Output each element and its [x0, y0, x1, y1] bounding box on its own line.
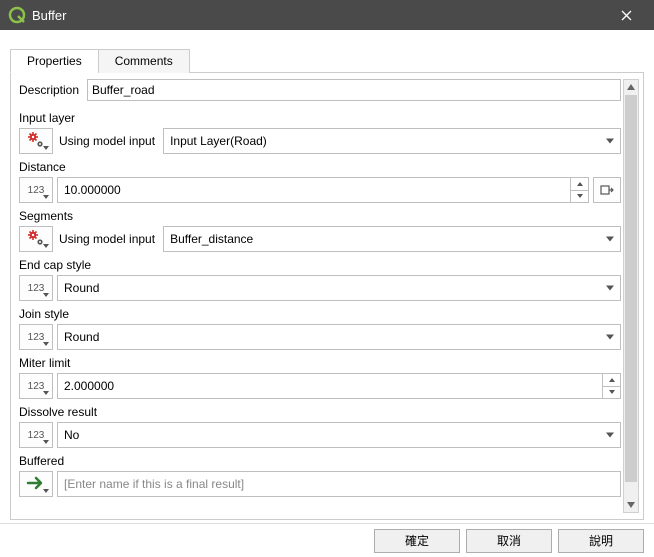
segments-label: Segments — [19, 209, 621, 223]
input-layer-label: Input layer — [19, 111, 621, 125]
segments-mode: Using model input — [59, 232, 155, 246]
buffered-input[interactable] — [64, 472, 614, 496]
number-icon: 123 — [28, 283, 45, 294]
spin-up-button[interactable] — [603, 374, 620, 387]
dissolve-label: Dissolve result — [19, 405, 621, 419]
distance-override-button[interactable] — [593, 177, 621, 203]
vertical-scrollbar[interactable] — [623, 79, 639, 513]
description-input[interactable] — [87, 79, 621, 101]
distance-type-button[interactable]: 123 — [19, 177, 53, 203]
miter-limit-input[interactable]: 2.000000 — [57, 373, 621, 399]
spin-up-button[interactable] — [571, 178, 588, 191]
join-style-select[interactable]: Round — [57, 324, 621, 350]
end-cap-type-button[interactable]: 123 — [19, 275, 53, 301]
properties-panel: Description Input layer Using model inpu… — [10, 73, 644, 520]
buffered-input-wrapper — [57, 471, 621, 497]
input-layer-type-button[interactable] — [19, 128, 53, 154]
ok-button[interactable]: 確定 — [374, 529, 460, 553]
tab-properties[interactable]: Properties — [10, 49, 99, 73]
close-button[interactable] — [606, 0, 646, 30]
description-label: Description — [19, 83, 87, 97]
buffered-type-button[interactable] — [19, 471, 53, 497]
cancel-button[interactable]: 取消 — [466, 529, 552, 553]
chevron-down-icon — [606, 433, 614, 438]
end-cap-label: End cap style — [19, 258, 621, 272]
tab-comments[interactable]: Comments — [98, 49, 190, 73]
input-layer-select[interactable]: Input Layer(Road) — [163, 128, 621, 154]
number-icon: 123 — [28, 332, 45, 343]
scroll-thumb[interactable] — [625, 95, 637, 482]
number-icon: 123 — [28, 381, 45, 392]
tab-bar: Properties Comments — [10, 48, 644, 73]
number-icon: 123 — [28, 185, 45, 196]
chevron-down-icon — [606, 286, 614, 291]
scroll-down-button[interactable] — [624, 498, 638, 512]
spin-down-button[interactable] — [603, 387, 620, 399]
distance-input[interactable]: 10.000000 — [57, 177, 589, 203]
miter-limit-type-button[interactable]: 123 — [19, 373, 53, 399]
segments-type-button[interactable] — [19, 226, 53, 252]
scroll-up-button[interactable] — [624, 80, 638, 94]
segments-select[interactable]: Buffer_distance — [163, 226, 621, 252]
content-area: Properties Comments Description Input la… — [0, 30, 654, 523]
qgis-icon — [8, 6, 26, 24]
buffered-label: Buffered — [19, 454, 621, 468]
window-title: Buffer — [32, 8, 606, 23]
help-button[interactable]: 說明 — [558, 529, 644, 553]
data-defined-icon — [599, 182, 615, 198]
dissolve-select[interactable]: No — [57, 422, 621, 448]
miter-limit-label: Miter limit — [19, 356, 621, 370]
chevron-down-icon — [606, 237, 614, 242]
title-bar: Buffer — [0, 0, 654, 30]
dissolve-type-button[interactable]: 123 — [19, 422, 53, 448]
input-layer-mode: Using model input — [59, 134, 155, 148]
join-style-label: Join style — [19, 307, 621, 321]
number-icon: 123 — [28, 430, 45, 441]
spin-down-button[interactable] — [571, 191, 588, 203]
end-cap-select[interactable]: Round — [57, 275, 621, 301]
chevron-down-icon — [606, 139, 614, 144]
dialog-button-bar: 確定 取消 說明 — [0, 523, 654, 557]
chevron-down-icon — [606, 335, 614, 340]
distance-label: Distance — [19, 160, 621, 174]
join-style-type-button[interactable]: 123 — [19, 324, 53, 350]
